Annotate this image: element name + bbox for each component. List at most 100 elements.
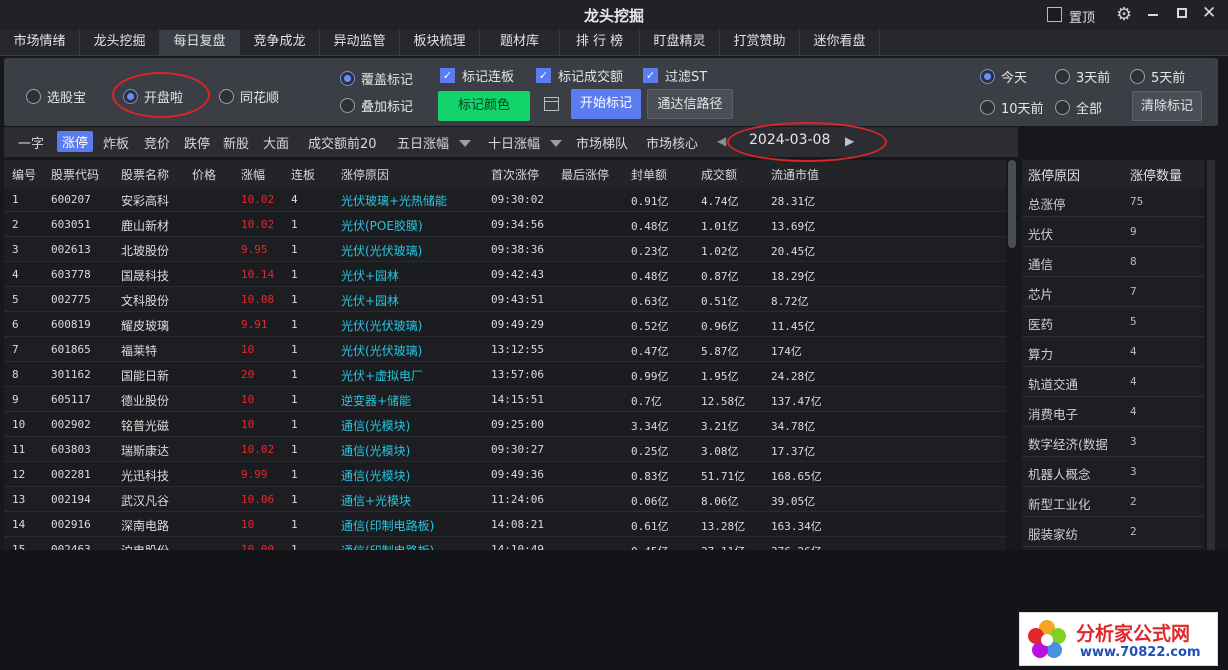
subtab-one-word[interactable]: 一字 — [18, 133, 44, 152]
table-row[interactable]: 10 002902 铭普光磁 10 1 通信(光模块) 09:25:00 3.34亿 3.21亿… — [4, 412, 1006, 437]
summary-row[interactable]: 算力 4 — [1022, 337, 1204, 367]
subtab-broken[interactable]: 炸板 — [103, 133, 129, 152]
table-row[interactable]: 15 002463 沪电股份 10.00 1 通信(印制电路板) 14:10:49 0.45亿… — [4, 537, 1006, 550]
table-row[interactable]: 1 600207 安彩高科 10.02 4 光伏玻璃+光热储能 09:30:02 0.91亿 4… — [4, 187, 1006, 212]
source-xuangubao-radio[interactable]: 选股宝 — [26, 87, 86, 106]
range-all-radio[interactable]: 全部 — [1055, 98, 1102, 117]
prev-arrow-icon[interactable]: ◀ — [717, 134, 726, 148]
col-header[interactable]: 涨停原因 — [341, 166, 389, 183]
summary-scrollbar[interactable] — [1207, 160, 1215, 550]
clear-mark-button[interactable]: 清除标记 — [1132, 91, 1202, 121]
table-row[interactable]: 4 603778 国晟科技 10.14 1 光伏+园林 09:42:43 0.48亿 0.87亿… — [4, 262, 1006, 287]
summary-row[interactable]: 机器人概念 3 — [1022, 457, 1204, 487]
subtab-limit-down[interactable]: 跌停 — [184, 133, 210, 152]
table-scrollbar[interactable] — [1008, 160, 1016, 248]
col-header[interactable]: 流通市值 — [771, 166, 819, 183]
tab-daily-review[interactable]: 每日复盘 — [160, 30, 240, 56]
subtab-market-core[interactable]: 市场核心 — [646, 133, 698, 152]
tab-abnormal-monitor[interactable]: 异动监管 — [320, 30, 400, 56]
col-header[interactable]: 股票名称 — [121, 166, 169, 183]
col-header[interactable]: 首次涨停 — [491, 166, 539, 183]
summary-row[interactable]: 总涨停 75 — [1022, 187, 1204, 217]
table-row[interactable]: 13 002194 武汉凡谷 10.06 1 通信+光模块 11:24:06 0.06亿 8.0… — [4, 487, 1006, 512]
subtab-10day-gain[interactable]: 十日涨幅 — [488, 133, 540, 152]
table-row[interactable]: 14 002916 深南电路 10 1 通信(印制电路板) 14:08:21 0.61亿 13.… — [4, 512, 1006, 537]
table-row[interactable]: 11 603803 瑞斯康达 10.02 1 通信(光模块) 09:30:27 0.25亿 3.… — [4, 437, 1006, 462]
start-mark-button[interactable]: 开始标记 — [571, 89, 641, 119]
filter-st-checkbox[interactable]: ✓ 过滤ST — [643, 66, 707, 85]
tab-market-sentiment[interactable]: 市场情绪 — [0, 30, 80, 56]
summary-row[interactable]: 芯片 7 — [1022, 277, 1204, 307]
overlay-mark-radio[interactable]: 覆盖标记 — [340, 69, 413, 88]
range-10days-radio[interactable]: 10天前 — [980, 98, 1044, 117]
table-row[interactable]: 7 601865 福莱特 10 1 光伏(光伏玻璃) 13:12:55 0.47亿 5.87亿 1… — [4, 337, 1006, 362]
tdx-path-button[interactable]: 通达信路径 — [647, 89, 733, 119]
subtab-big-loss[interactable]: 大面 — [263, 133, 289, 152]
maximize-icon[interactable] — [1177, 8, 1187, 18]
tab-ranking[interactable]: 排 行 榜 — [560, 30, 640, 56]
table-row[interactable]: 5 002775 文科股份 10.08 1 光伏+园林 09:43:51 0.63亿 0.51亿… — [4, 287, 1006, 312]
summary-row[interactable]: 数字经济(数据 3 — [1022, 427, 1204, 457]
subtab-new-stock[interactable]: 新股 — [223, 133, 249, 152]
range-3days-radio[interactable]: 3天前 — [1055, 67, 1110, 86]
summary-row[interactable]: 光伏 9 — [1022, 217, 1204, 247]
table-cell: 137.47亿 — [771, 395, 822, 408]
col-header[interactable]: 涨停原因 — [1028, 165, 1080, 184]
col-header[interactable]: 连板 — [291, 166, 315, 183]
col-header[interactable]: 最后涨停 — [561, 166, 609, 183]
tab-sector-review[interactable]: 板块梳理 — [400, 30, 480, 56]
mark-streak-checkbox[interactable]: ✓ 标记连板 — [440, 66, 514, 85]
col-header[interactable]: 封单额 — [631, 166, 667, 183]
minimize-icon[interactable] — [1148, 14, 1158, 16]
subtab-market-tier[interactable]: 市场梯队 — [576, 133, 628, 152]
tab-watch-sprite[interactable]: 盯盘精灵 — [640, 30, 720, 56]
table-cell: 1 — [291, 218, 298, 231]
mark-turnover-checkbox[interactable]: ✓ 标记成交额 — [536, 66, 623, 85]
chevron-down-icon[interactable] — [550, 140, 562, 147]
summary-row[interactable]: 服装家纺 2 — [1022, 517, 1204, 547]
col-header[interactable]: 成交额 — [701, 166, 737, 183]
col-header[interactable]: 编号 — [12, 166, 36, 183]
summary-row[interactable]: 医药 5 — [1022, 307, 1204, 337]
subtab-5day-gain[interactable]: 五日涨幅 — [397, 133, 449, 152]
chevron-down-icon[interactable] — [459, 140, 471, 147]
summary-count: 75 — [1130, 195, 1144, 208]
subtab-limit-up[interactable]: 涨停 — [57, 131, 94, 152]
subtab-auction[interactable]: 竞价 — [144, 133, 170, 152]
stack-mark-radio[interactable]: 叠加标记 — [340, 96, 413, 115]
table-row[interactable]: 8 301162 国能日新 20 1 光伏+虚拟电厂 13:57:06 0.99亿 1.95亿 2… — [4, 362, 1006, 387]
tab-donate[interactable]: 打赏赞助 — [720, 30, 800, 56]
table-cell: 10.02 — [241, 193, 275, 206]
tab-mini-view[interactable]: 迷你看盘 — [800, 30, 880, 56]
tab-theme-library[interactable]: 题材库 — [480, 30, 560, 56]
table-cell: 13.69亿 — [771, 220, 816, 233]
subtab-top20-turnover[interactable]: 成交额前20 — [308, 133, 377, 152]
close-icon[interactable]: ✕ — [1202, 3, 1216, 23]
table-row[interactable]: 9 605117 德业股份 10 1 逆变器+储能 14:15:51 0.7亿 12.58亿 13… — [4, 387, 1006, 412]
summary-row[interactable]: 消费电子 4 — [1022, 397, 1204, 427]
table-row[interactable]: 6 600819 耀皮玻璃 9.91 1 光伏(光伏玻璃) 09:49:29 0.52亿 0.9… — [4, 312, 1006, 337]
col-header[interactable]: 价格 — [192, 166, 216, 183]
summary-row[interactable]: 新型工业化 2 — [1022, 487, 1204, 517]
tab-compete-leader[interactable]: 竞争成龙 — [240, 30, 320, 56]
col-header[interactable]: 股票代码 — [51, 166, 99, 183]
table-cell: 通信+光模块 — [341, 494, 412, 508]
table-row[interactable]: 3 002613 北玻股份 9.95 1 光伏(光伏玻璃) 09:38:36 0.23亿 1.0… — [4, 237, 1006, 262]
table-cell: 09:25:00 — [491, 418, 544, 431]
summary-row[interactable]: 轨道交通 4 — [1022, 367, 1204, 397]
tab-leader-mining[interactable]: 龙头挖掘 — [80, 30, 160, 56]
table-cell: 0.96亿 — [701, 320, 739, 333]
source-tonghuashun-radio[interactable]: 同花顺 — [219, 87, 279, 106]
gear-icon[interactable]: ⚙ — [1116, 4, 1132, 25]
range-5days-radio[interactable]: 5天前 — [1130, 67, 1185, 86]
table-cell: 国晟科技 — [121, 269, 170, 283]
table-row[interactable]: 2 603051 鹿山新材 10.02 1 光伏(POE胶膜) 09:34:56 0.48亿 1… — [4, 212, 1006, 237]
range-today-radio[interactable]: 今天 — [980, 67, 1027, 86]
col-header[interactable]: 涨停数量 — [1130, 165, 1182, 184]
table-row[interactable]: 12 002281 光迅科技 9.99 1 通信(光模块) 09:49:36 0.83亿 51.… — [4, 462, 1006, 487]
mark-color-button[interactable]: 标记颜色 — [438, 91, 530, 121]
summary-row[interactable]: 通信 8 — [1022, 247, 1204, 277]
col-header[interactable]: 涨幅 — [241, 166, 265, 183]
pin-checkbox[interactable] — [1047, 7, 1062, 22]
calendar-icon[interactable] — [544, 97, 559, 111]
